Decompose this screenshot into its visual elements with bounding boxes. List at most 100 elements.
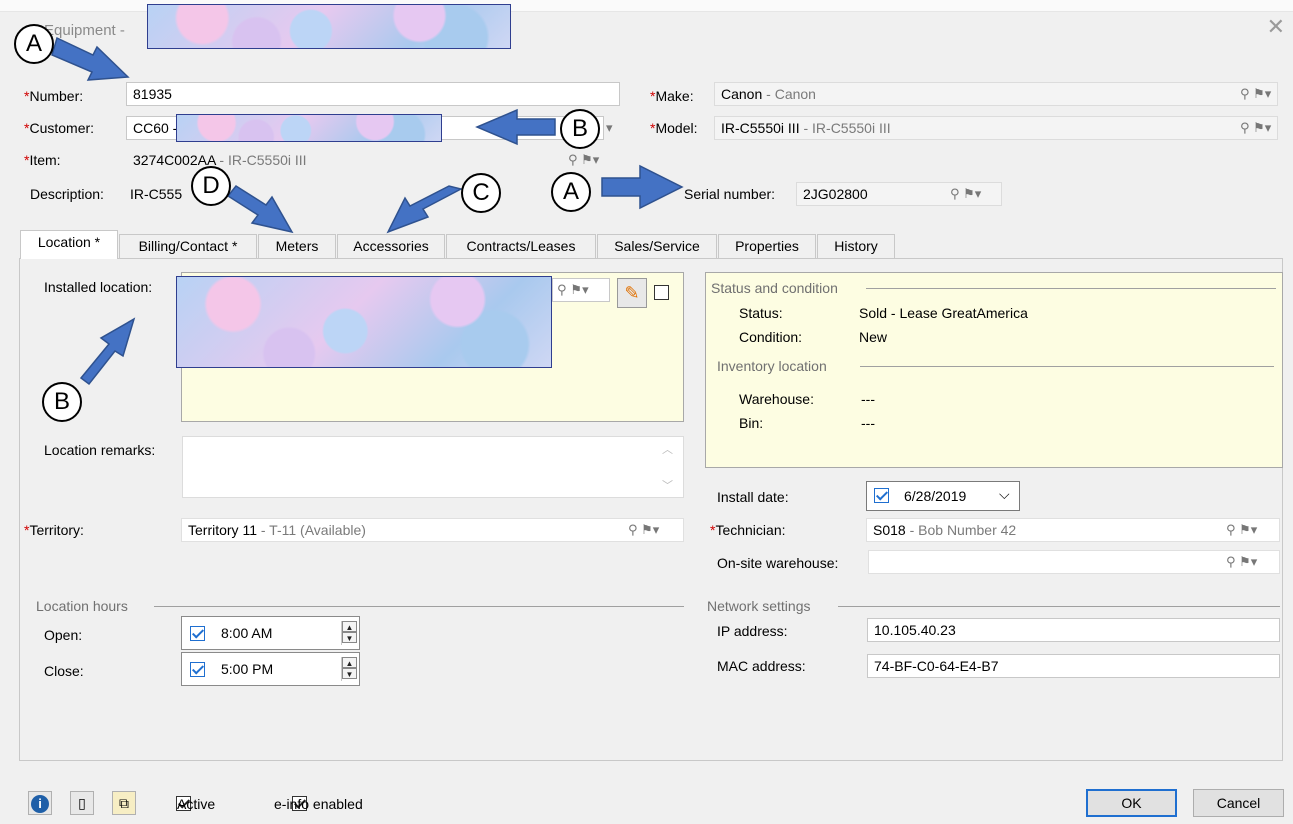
serial-number-label: Serial number: [684,186,776,202]
item-label: Item: [24,152,60,168]
einfo-label[interactable]: e-info enabled [274,796,363,812]
mac-address-label: MAC address: [717,658,806,674]
customer-value: CC60 - [133,120,178,136]
territory-desc: - T-11 (Available) [256,522,366,538]
callout-a-number: A [14,24,54,64]
close-time-value[interactable]: 5:00 PM [221,661,273,677]
location-remarks-field[interactable] [182,436,684,498]
model-lookup-icons[interactable]: ⚲ ⚑▾ [1240,120,1271,136]
serial-lookup-icons[interactable]: ⚲ ⚑▾ [950,186,981,202]
number-label-text: Number: [29,88,84,104]
item-lookup-icons[interactable]: ⚲ ⚑▾ [568,152,599,168]
mac-address-field[interactable]: 74-BF-C0-64-E4-B7 [867,654,1280,678]
remarks-scroll-up-icon[interactable]: ︿ [662,441,673,457]
lookup-icon[interactable]: ⚲ [557,282,567,297]
close-icon[interactable]: ✕ [1267,16,1285,38]
tab-history[interactable]: History [817,234,895,258]
ip-address-value: 10.105.40.23 [874,622,956,638]
open-label: Open: [44,627,83,643]
chevron-down-icon[interactable]: ⌵ [999,486,1010,503]
spin-down-icon[interactable]: ▼ [342,668,357,679]
info-icon: i [31,795,49,813]
technician-label: Technician: [710,522,785,538]
lookup-icon[interactable]: ⚲ [1226,554,1236,569]
lookup-icon[interactable]: ⚲ [1226,522,1236,537]
info-button[interactable]: i [28,791,52,815]
warehouse-label: Warehouse: [739,391,814,407]
bin-label: Bin: [739,415,764,431]
mac-address-value: 74-BF-C0-64-E4-B7 [874,658,999,674]
model-code: IR-C5550i III [721,120,800,136]
lookup-icon[interactable]: ⚲ [568,152,578,167]
technician-field[interactable]: S018 - Bob Number 42 [866,518,1280,542]
flag-menu-icon[interactable]: ⚑▾ [641,522,659,537]
tab-location[interactable]: Location * [20,230,118,259]
callout-d-meters: D [191,166,231,206]
spin-down-icon[interactable]: ▼ [342,632,357,643]
tab-sales-service[interactable]: Sales/Service [597,234,717,258]
ok-button[interactable]: OK [1086,789,1177,817]
open-spinner[interactable]: ▲ ▼ [341,621,357,645]
description-value: IR-C555 [130,186,183,202]
flag-menu-icon[interactable]: ⚑▾ [1253,86,1271,101]
tab-accessories[interactable]: Accessories [337,234,445,258]
territory-label-text: Territory: [29,522,84,538]
technician-desc: - Bob Number 42 [905,522,1017,538]
tab-contracts-leases[interactable]: Contracts/Leases [446,234,596,258]
make-lookup-icons[interactable]: ⚲ ⚑▾ [1240,86,1271,102]
flag-menu-icon[interactable]: ⚑▾ [1253,120,1271,135]
copy-icon: ⧉ [119,795,129,811]
item-field[interactable]: 3274C002AA - IR-C5550i III [126,148,566,172]
flag-menu-icon[interactable]: ⚑▾ [570,282,588,297]
flag-menu-icon[interactable]: ⚑▾ [1239,522,1257,537]
lookup-icon[interactable]: ⚲ [1240,86,1250,101]
spin-up-icon[interactable]: ▲ [342,621,357,632]
lookup-icon[interactable]: ⚲ [950,186,960,201]
tab-meters[interactable]: Meters [258,234,336,258]
inventory-location-rule [860,366,1274,367]
callout-a-serial: A [551,172,591,212]
edit-button[interactable]: ✎ [617,278,647,308]
redacted-customer-block [176,114,442,142]
onsite-warehouse-field[interactable] [868,550,1280,574]
territory-field[interactable]: Territory 11 - T-11 (Available) [181,518,684,542]
location-hours-group-label: Location hours [36,598,128,614]
install-date-label: Install date: [717,489,789,505]
lookup-icon[interactable]: ⚲ [1240,120,1250,135]
window-title: Equipment - [44,22,125,39]
clipboard-button[interactable]: ▯ [70,791,94,815]
remarks-scroll-down-icon[interactable]: ﹀ [662,477,673,493]
close-time-picker[interactable]: 5:00 PM ▲ ▼ [181,652,360,686]
ip-address-field[interactable]: 10.105.40.23 [867,618,1280,642]
make-field[interactable]: Canon - Canon [714,82,1278,106]
close-checkbox[interactable] [190,662,205,677]
install-date-value[interactable]: 6/28/2019 [904,488,966,504]
customer-dropdown-icon[interactable]: ▾ [606,120,613,136]
technician-lookup-icons[interactable]: ⚲ ⚑▾ [1226,522,1257,538]
onsite-warehouse-lookup-icons[interactable]: ⚲ ⚑▾ [1226,554,1257,570]
callout-b-customer: B [560,109,600,149]
cancel-button[interactable]: Cancel [1193,789,1284,817]
installed-location-lookup[interactable]: ⚲ ⚑▾ [552,278,610,302]
tab-billing-contact[interactable]: Billing/Contact * [119,234,257,258]
lookup-icon[interactable]: ⚲ [628,522,638,537]
number-label: Number: [24,88,83,104]
copy-button[interactable]: ⧉ [112,791,136,815]
open-time-picker[interactable]: 8:00 AM ▲ ▼ [181,616,360,650]
active-label[interactable]: Active [177,796,215,812]
territory-lookup-icons[interactable]: ⚲ ⚑▾ [628,522,659,538]
flag-menu-icon[interactable]: ⚑▾ [1239,554,1257,569]
make-label-text: Make: [655,88,694,104]
install-date-picker[interactable]: 6/28/2019 ⌵ [866,481,1020,511]
install-date-checkbox[interactable] [874,488,889,503]
close-spinner[interactable]: ▲ ▼ [341,657,357,681]
open-time-value[interactable]: 8:00 AM [221,625,272,641]
model-field[interactable]: IR-C5550i III - IR-C5550i III [714,116,1278,140]
open-checkbox[interactable] [190,626,205,641]
flag-menu-icon[interactable]: ⚑▾ [581,152,599,167]
number-field[interactable]: 81935 [126,82,620,106]
spin-up-icon[interactable]: ▲ [342,657,357,668]
flag-menu-icon[interactable]: ⚑▾ [963,186,981,201]
tab-properties[interactable]: Properties [718,234,816,258]
installed-location-checkbox[interactable] [654,285,669,300]
